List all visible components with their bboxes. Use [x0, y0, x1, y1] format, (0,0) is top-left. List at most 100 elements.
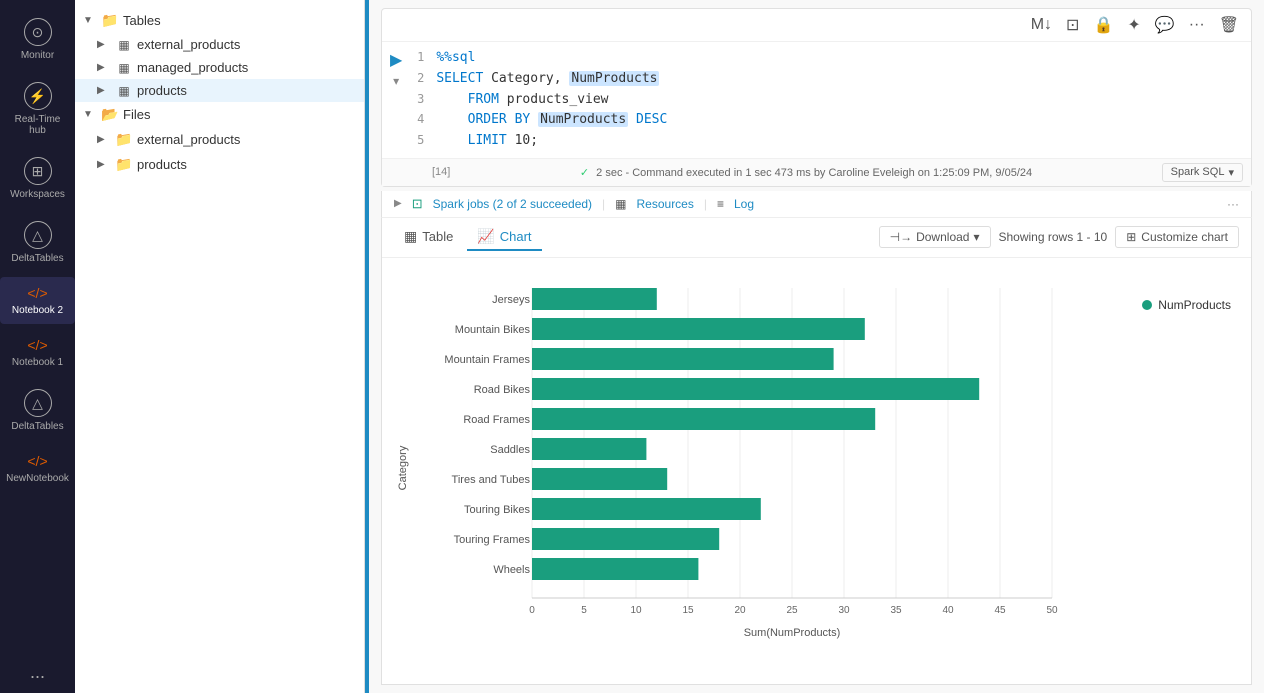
cell-controls: ▶ ▾ — [390, 48, 402, 88]
sidebar-label-notebook1: Notebook 1 — [12, 357, 63, 368]
spark-jobs-link[interactable]: Spark jobs (2 of 2 succeeded) — [433, 197, 592, 211]
sidebar-label-deltatables-top: DeltaTables — [11, 253, 63, 264]
svg-text:Wheels: Wheels — [493, 564, 530, 576]
folder-files-icon: 📂 — [101, 106, 119, 123]
tree-item-files[interactable]: ▼ 📂 Files — [75, 102, 364, 127]
cell-run-area: ▶ ▾ 1 %%sql 2 SELECT Category, NumProduc… — [382, 42, 1251, 158]
cell-btn-md[interactable]: M↓ — [1027, 14, 1056, 36]
tree-item-managed-products[interactable]: ▶ ▦ managed_products — [75, 56, 364, 79]
customize-chart-btn[interactable]: ⊞ Customize chart — [1115, 226, 1239, 248]
sidebar-label-deltatables-bottom: DeltaTables — [11, 421, 63, 432]
tree-label-products: products — [137, 83, 356, 98]
svg-text:15: 15 — [682, 605, 694, 616]
notebook1-icon: </> — [27, 337, 47, 353]
deltatables-bottom-icon: △ — [24, 389, 52, 417]
cell-btn-clone[interactable]: ⊡ — [1062, 13, 1083, 37]
download-btn[interactable]: ⊣→ Download ▾ — [879, 226, 991, 248]
deltatables-top-icon: △ — [24, 221, 52, 249]
sidebar-item-deltatables-bottom[interactable]: △ DeltaTables — [0, 381, 75, 440]
spark-sep2: | — [704, 197, 707, 211]
code-line-3: 3 FROM products_view — [410, 90, 1243, 111]
resources-link[interactable]: Resources — [637, 197, 694, 211]
tree-item-files-external[interactable]: ▶ 📁 external_products — [75, 127, 364, 152]
cell-footer: [14] ✓ 2 sec - Command executed in 1 sec… — [382, 158, 1251, 186]
table-products-icon: ▦ — [115, 84, 133, 98]
cell-btn-lock[interactable]: 🔒 — [1089, 13, 1117, 37]
tree-item-products[interactable]: ▶ ▦ products — [75, 79, 364, 102]
chart-tab-label: Chart — [500, 229, 532, 244]
legend-label-numproducts: NumProducts — [1158, 298, 1231, 312]
svg-text:50: 50 — [1046, 605, 1058, 616]
spark-expand-btn[interactable]: ▶ — [394, 198, 402, 209]
realtime-icon: ⚡ — [24, 82, 52, 110]
sidebar-item-workspaces[interactable]: ⊞ Workspaces — [0, 149, 75, 208]
download-chevron-icon: ▾ — [973, 230, 979, 244]
sidebar-item-realtime[interactable]: ⚡ Real-Time hub — [0, 74, 75, 144]
svg-text:Category: Category — [397, 445, 409, 490]
chart-area: Category — [392, 268, 1122, 648]
svg-text:Touring Frames: Touring Frames — [454, 534, 531, 546]
cell-btn-star[interactable]: ✦ — [1123, 13, 1144, 37]
table-tab-label: Table — [422, 229, 453, 244]
log-link[interactable]: Log — [734, 197, 754, 211]
sidebar-label-realtime: Real-Time hub — [5, 114, 70, 136]
workspaces-icon: ⊞ — [24, 157, 52, 185]
tree-label-files: Files — [123, 107, 356, 122]
output-area: ▦ Table 📈 Chart ⊣→ Download ▾ Showing r — [381, 218, 1252, 685]
tree-label-managed: managed_products — [137, 60, 356, 75]
chart-tab-icon: 📈 — [477, 228, 494, 245]
code-cell: M↓ ⊡ 🔒 ✦ 💬 ··· 🗑 ▶ ▾ 1 — [381, 8, 1252, 187]
table-external-icon: ▦ — [115, 38, 133, 52]
tree-item-external-products[interactable]: ▶ ▦ external_products — [75, 33, 364, 56]
download-label: Download — [916, 230, 969, 244]
cell-toolbar: M↓ ⊡ 🔒 ✦ 💬 ··· 🗑 — [382, 9, 1251, 42]
chevron-files-prod: ▶ — [97, 159, 111, 170]
collapse-button[interactable]: ▾ — [393, 74, 399, 88]
folder-tables-icon: 📁 — [101, 12, 119, 29]
resources-icon: ▦ — [615, 197, 626, 211]
bar-chart-svg: Category — [392, 268, 1072, 648]
chevron-products: ▶ — [97, 85, 111, 96]
code-line-1: 1 %%sql — [410, 48, 1243, 69]
svg-text:35: 35 — [890, 605, 902, 616]
sidebar-item-newnotebook[interactable]: </> NewNotebook — [0, 445, 75, 492]
tab-table[interactable]: ▦ Table — [394, 224, 463, 251]
tree-item-tables[interactable]: ▼ 📁 Tables — [75, 8, 364, 33]
tree-item-files-products[interactable]: ▶ 📁 products — [75, 152, 364, 177]
svg-text:Mountain Bikes: Mountain Bikes — [455, 324, 531, 336]
sidebar-label-newnotebook: NewNotebook — [6, 473, 69, 484]
download-icon: ⊣→ — [890, 230, 912, 244]
tab-chart[interactable]: 📈 Chart — [467, 224, 541, 251]
svg-text:20: 20 — [734, 605, 746, 616]
legend-dot-numproducts — [1142, 300, 1152, 310]
sidebar-item-monitor[interactable]: ⊙ Monitor — [0, 10, 75, 69]
svg-text:Tires and Tubes: Tires and Tubes — [452, 474, 531, 486]
sidebar-item-notebook1[interactable]: </> Notebook 1 — [0, 329, 75, 376]
svg-text:Jerseys: Jerseys — [492, 294, 530, 306]
spark-sep1: | — [602, 197, 605, 211]
chevron-files: ▼ — [83, 109, 97, 120]
code-line-5: 5 LIMIT 10; — [410, 131, 1243, 152]
sidebar-item-notebook2[interactable]: </> Notebook 2 — [0, 277, 75, 324]
spark-sql-dropdown[interactable]: Spark SQL ▾ — [1162, 163, 1243, 182]
spark-more-btn[interactable]: ··· — [1227, 197, 1239, 211]
main-content: M↓ ⊡ 🔒 ✦ 💬 ··· 🗑 ▶ ▾ 1 — [365, 0, 1264, 693]
sidebar-item-deltatables-top[interactable]: △ DeltaTables — [0, 213, 75, 272]
svg-text:40: 40 — [942, 605, 954, 616]
cell-btn-more[interactable]: ··· — [1185, 14, 1209, 36]
run-button[interactable]: ▶ — [390, 50, 402, 70]
svg-text:25: 25 — [786, 605, 798, 616]
sidebar-label-workspaces: Workspaces — [10, 189, 65, 200]
sidebar-more-btn[interactable]: ... — [30, 662, 45, 683]
spark-icon: ⊡ — [412, 196, 423, 212]
execution-info: 2 sec - Command executed in 1 sec 473 ms… — [596, 167, 1032, 179]
svg-text:Road Frames: Road Frames — [463, 414, 530, 426]
table-tab-icon: ▦ — [404, 228, 417, 245]
legend-item-numproducts: NumProducts — [1142, 298, 1231, 312]
spark-jobs-bar: ▶ ⊡ Spark jobs (2 of 2 succeeded) | ▦ Re… — [381, 191, 1252, 218]
cell-btn-delete[interactable]: 🗑 — [1215, 13, 1243, 37]
cell-btn-comment[interactable]: 💬 — [1151, 13, 1179, 37]
svg-text:Touring Bikes: Touring Bikes — [464, 504, 531, 516]
chevron-managed: ▶ — [97, 62, 111, 73]
code-editor[interactable]: 1 %%sql 2 SELECT Category, NumProducts 3… — [410, 48, 1243, 152]
